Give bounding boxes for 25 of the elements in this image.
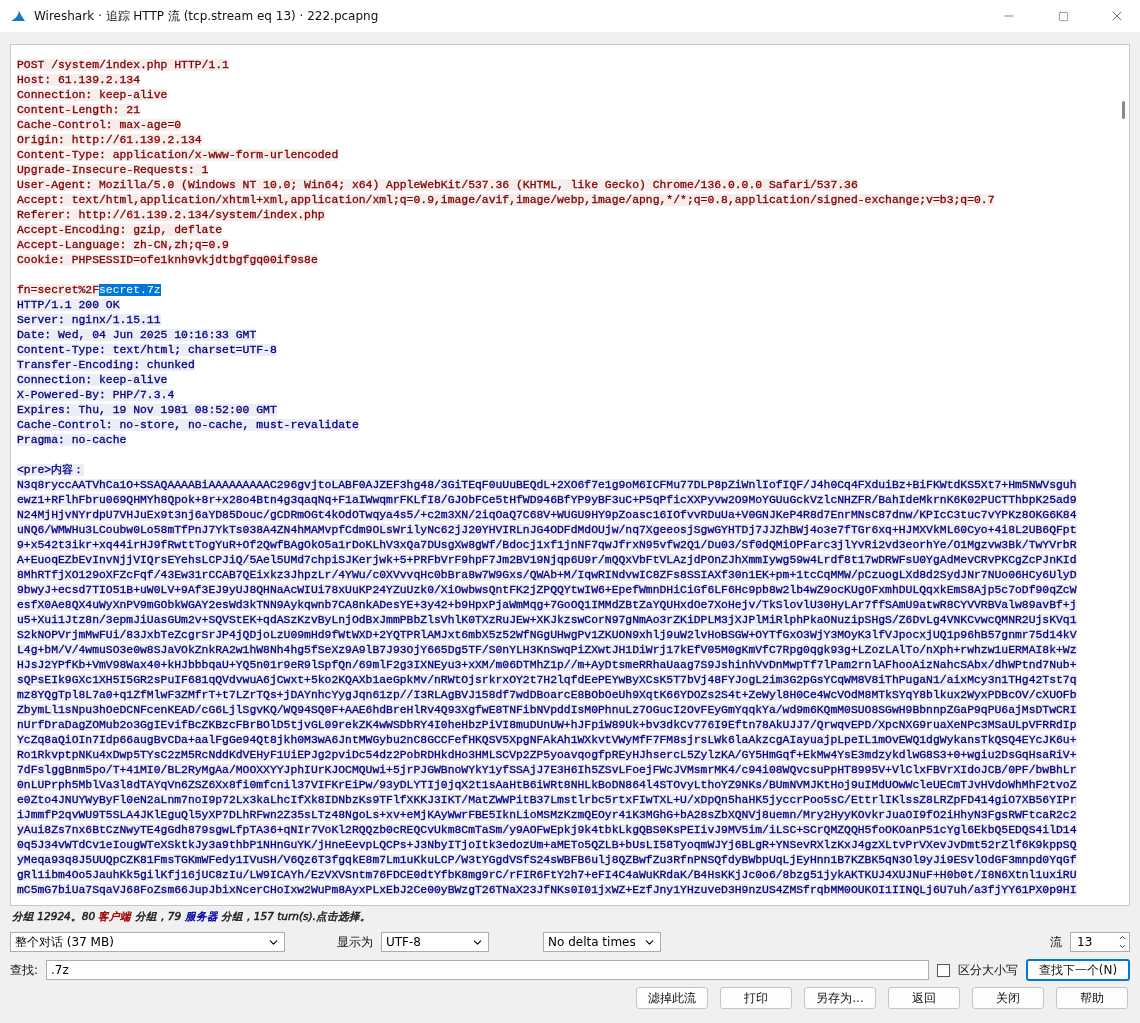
dialog-button[interactable]: 返回 <box>888 987 960 1009</box>
stream-label: 流 <box>1050 933 1062 951</box>
window-title: Wireshark · 追踪 HTTP 流 (tcp.stream eq 13) · 222.pcapng <box>34 7 380 25</box>
find-label: 查找: <box>10 961 39 979</box>
dialog-button[interactable]: 滤掉此流 <box>636 987 708 1009</box>
conversation-dropdown[interactable]: 整个对话 (37 MB) <box>10 932 285 952</box>
case-checkbox[interactable] <box>937 963 950 977</box>
dialog-button[interactable]: 另存为... <box>804 987 876 1009</box>
selected-text: secret.7z <box>99 284 161 296</box>
spin-up-icon[interactable] <box>1118 933 1127 942</box>
dialog-button[interactable]: 帮助 <box>1056 987 1128 1009</box>
encoding-dropdown[interactable]: UTF-8 <box>381 932 489 952</box>
case-label: 区分大小写 <box>958 961 1018 979</box>
stream-spinbox[interactable]: 13 <box>1070 932 1130 952</box>
delta-dropdown[interactable]: No delta times <box>543 932 661 952</box>
maximize-icon <box>1057 10 1069 22</box>
find-next-button[interactable]: 查找下一个(N) <box>1026 959 1130 981</box>
shark-fin-icon <box>10 10 26 22</box>
dialog-button[interactable]: 打印 <box>720 987 792 1009</box>
scrollbar-thumb[interactable] <box>1121 101 1125 119</box>
find-input[interactable]: .7z <box>46 960 929 980</box>
spin-down-icon[interactable] <box>1118 942 1127 951</box>
show-as-label: 显示为 <box>337 933 373 951</box>
dialog-button[interactable]: 关闭 <box>972 987 1044 1009</box>
status-text: 分组 12924。80 客户端 分组，79 服务器 分组，157 turn(s).点击选择。 <box>12 910 371 922</box>
